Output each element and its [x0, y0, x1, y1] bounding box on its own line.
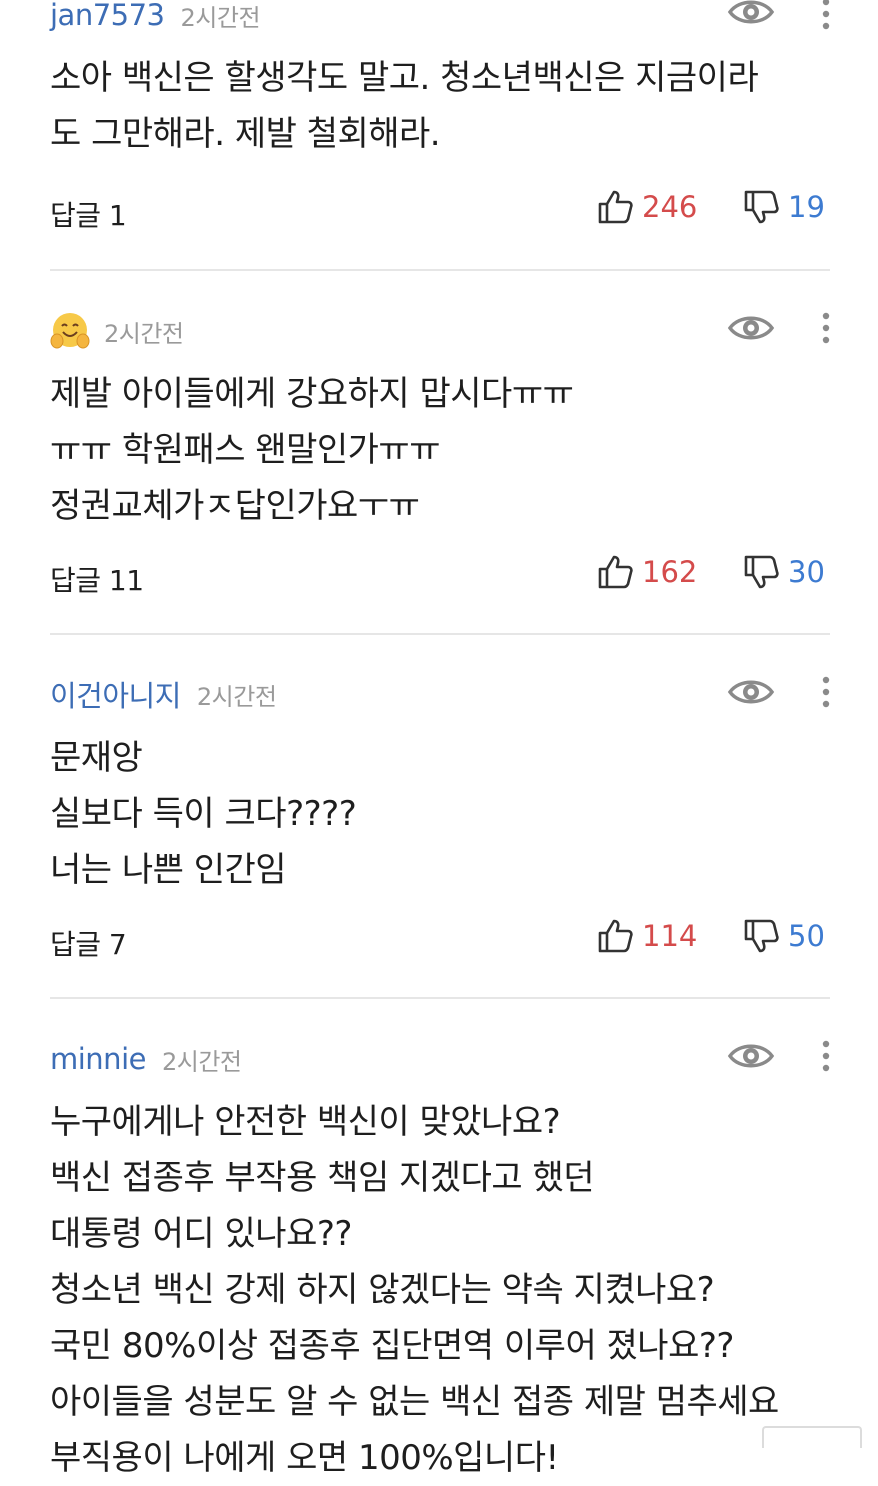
username[interactable]: jan7573: [50, 0, 165, 32]
comment-line: 실보다 득이 크다????: [50, 794, 357, 834]
dislike-button[interactable]: 19: [742, 188, 825, 226]
comment-line: 아이들을 성분도 알 수 없는 백신 접종 제말 멈추세요: [50, 1382, 779, 1422]
hugging-face-emoji-icon[interactable]: [50, 311, 90, 351]
comment-line: 제발 아이들에게 강요하지 맙시다ㅠㅠ: [50, 374, 574, 414]
comment-footer: 답글 1 246 19: [50, 186, 830, 236]
comment-header: 2시간전: [50, 311, 184, 351]
comment-line: ㅠㅠ 학원패스 왠말인가ㅠㅠ: [50, 430, 440, 470]
comment-line: 너는 나쁜 인간임: [50, 850, 287, 890]
like-count: 162: [642, 555, 698, 589]
comment-body: 소아 백신은 할생각도 말고. 청소년백신은 지금이라 도 그만해라. 제발 철…: [50, 50, 759, 162]
divider: [50, 997, 830, 999]
timestamp: 2시간전: [104, 319, 184, 348]
comment-header: minnie 2시간전: [50, 1039, 242, 1079]
timestamp: 2시간전: [180, 3, 261, 32]
like-button[interactable]: 114: [596, 917, 697, 955]
comment-line: 청소년 백신 강제 하지 않겠다는 약속 지켰나요?: [50, 1270, 715, 1310]
dislike-button[interactable]: 50: [742, 917, 825, 955]
eye-icon[interactable]: [727, 676, 775, 708]
dislike-count: 50: [788, 919, 825, 953]
comment-line: 도 그만해라. 제발 철회해라.: [50, 114, 441, 154]
dislike-count: 30: [788, 555, 825, 589]
comment-line: 부직용이 나에게 오면 100%입니다!: [50, 1438, 559, 1478]
reply-button[interactable]: 답글 7: [50, 923, 127, 963]
eye-icon[interactable]: [727, 1040, 775, 1072]
comment-body: 문재앙 실보다 득이 크다???? 너는 나쁜 인간임: [50, 730, 357, 898]
thumbs-down-icon: [744, 555, 779, 589]
thumbs-up-icon: [598, 919, 633, 953]
comment-footer: 답글 7 114 50: [50, 915, 830, 965]
comment-body: 누구에게나 안전한 백신이 맞았나요? 백신 접종후 부작용 책임 지겠다고 했…: [50, 1094, 779, 1486]
divider: [50, 633, 830, 635]
thumbs-down-icon: [744, 190, 779, 224]
like-button[interactable]: 162: [596, 553, 697, 591]
comment-footer: 답글 11 162 30: [50, 551, 830, 601]
divider: [50, 269, 830, 271]
dislike-button[interactable]: 30: [742, 553, 825, 591]
more-options-icon[interactable]: [816, 0, 836, 34]
like-button[interactable]: 246: [596, 188, 697, 226]
comment-line: 문재앙: [50, 738, 143, 778]
comment-line: 정권교체가ㅈ답인가요ㅜㅠ: [50, 486, 420, 526]
comment-line: 대통령 어디 있나요??: [50, 1214, 352, 1254]
timestamp: 2시간전: [196, 682, 277, 711]
comment-header: 이건아니지 2시간전: [50, 673, 277, 715]
eye-icon[interactable]: [727, 312, 775, 344]
comment-line: 누구에게나 안전한 백신이 맞았나요?: [50, 1102, 561, 1142]
comment-header: jan7573 2시간전: [50, 0, 261, 35]
more-options-icon[interactable]: [816, 1036, 836, 1076]
dislike-count: 19: [788, 190, 825, 224]
thumbs-up-icon: [598, 555, 633, 589]
reply-button[interactable]: 답글 1: [50, 194, 127, 234]
comment-body: 제발 아이들에게 강요하지 맙시다ㅠㅠ ㅠㅠ 학원패스 왠말인가ㅠㅠ 정권교체가…: [50, 366, 574, 534]
like-count: 114: [642, 919, 698, 953]
thumbs-up-icon: [598, 190, 633, 224]
comment-line: 소아 백신은 할생각도 말고. 청소년백신은 지금이라: [50, 58, 759, 98]
username[interactable]: 이건아니지: [50, 673, 181, 715]
reply-button[interactable]: 답글 11: [50, 559, 144, 599]
username[interactable]: minnie: [50, 1042, 146, 1076]
eye-icon[interactable]: [727, 0, 775, 28]
comment-line: 국민 80%이상 접종후 집단면역 이루어 졌나요??: [50, 1326, 734, 1366]
floating-button-edge[interactable]: [762, 1426, 862, 1448]
comment-line: 백신 접종후 부작용 책임 지겠다고 했던: [50, 1158, 595, 1198]
like-count: 246: [642, 190, 698, 224]
more-options-icon[interactable]: [816, 672, 836, 712]
timestamp: 2시간전: [161, 1047, 242, 1076]
thumbs-down-icon: [744, 919, 779, 953]
more-options-icon[interactable]: [816, 308, 836, 348]
